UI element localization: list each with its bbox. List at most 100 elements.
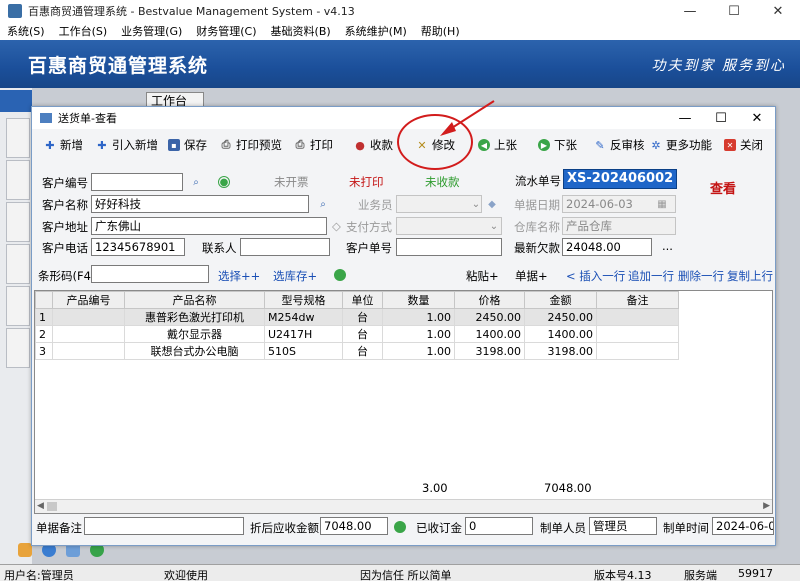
remark-input[interactable] [84,517,244,535]
customer-order-input[interactable] [396,238,502,256]
received-input[interactable]: 0 [465,517,533,535]
menu-finance[interactable]: 财务管理(C) [189,23,263,39]
cell-amount[interactable]: 3198.00 [524,342,597,360]
nav-block[interactable] [6,328,30,368]
column-header[interactable]: 产品名称 [124,291,265,309]
column-header[interactable]: 价格 [454,291,525,309]
nav-block[interactable] [6,118,30,158]
scroll-left-icon[interactable]: ◀ [37,501,44,511]
menu-basic-data[interactable]: 基础资料(B) [264,23,338,39]
customer-code-input[interactable] [91,173,183,191]
minimize-icon[interactable]: — [668,0,712,22]
barcode-input[interactable] [91,265,209,283]
maximize-icon[interactable]: ☐ [712,0,756,22]
select-stock-link[interactable]: 选库存+ [273,268,317,284]
column-header[interactable]: 产品编号 [52,291,125,309]
menu-help[interactable]: 帮助(H) [414,23,467,39]
more-dots-button[interactable]: ... [662,239,673,253]
close-icon[interactable]: ✕ [756,0,800,22]
arrow-right-icon: ▶ [538,139,550,151]
new-button[interactable]: ✚ 新增 [44,137,83,153]
document-link[interactable]: 单据+ [515,268,548,284]
phone-input[interactable]: 12345678901 [91,238,185,256]
column-header[interactable]: 单位 [342,291,383,309]
folder-icon[interactable] [18,543,32,557]
cell-code[interactable] [52,342,125,360]
dialog-minimize-icon[interactable]: — [667,107,703,129]
cell-name[interactable]: 戴尔显示器 [124,325,265,343]
warehouse-select[interactable]: 产品仓库 [562,217,676,235]
cell-note[interactable] [596,325,679,343]
chevron-down-icon[interactable]: ⌄ [470,198,482,210]
cell-qty[interactable]: 1.00 [382,308,455,326]
cell-name[interactable]: 联想台式办公电脑 [124,342,265,360]
save-button[interactable]: ▪ 保存 [168,137,207,153]
refresh-icon[interactable]: ● [218,176,230,188]
payment-select[interactable] [396,217,502,235]
eraser-icon[interactable]: ◆ [486,198,498,210]
print-button[interactable]: ⎙ 打印 [294,137,333,153]
cell-unit[interactable]: 台 [342,342,383,360]
menu-system[interactable]: 系统(S) [0,23,52,39]
customer-name-input[interactable]: 好好科技 [91,195,309,213]
cell-note[interactable] [596,342,679,360]
dialog-close-icon[interactable]: ✕ [739,107,775,129]
cell-price[interactable]: 1400.00 [454,325,525,343]
cell-price[interactable]: 2450.00 [454,308,525,326]
add-row-link[interactable]: 追加一行 [628,268,674,284]
cell-amount[interactable]: 2450.00 [524,308,597,326]
nav-block[interactable] [6,160,30,200]
paste-link[interactable]: 粘贴+ [466,268,499,284]
next-button[interactable]: ▶ 下张 [538,137,577,153]
cell-model[interactable]: 510S [264,342,343,360]
cell-qty[interactable]: 1.00 [382,342,455,360]
nav-block[interactable] [6,244,30,284]
unapprove-button[interactable]: ✎ 反审核 [594,137,644,153]
menu-maintenance[interactable]: 系统维护(M) [338,23,414,39]
search-icon[interactable]: ⌕ [190,176,202,188]
table-row[interactable]: 1 惠普彩色激光打印机 M254dw 台 1.00 2450.00 2450.0… [35,308,679,326]
cell-name[interactable]: 惠普彩色激光打印机 [124,308,265,326]
delete-row-link[interactable]: 删除一行 [678,268,724,284]
column-header[interactable]: 备注 [596,291,679,309]
menu-business[interactable]: 业务管理(G) [114,23,189,39]
prev-button[interactable]: ◀ 上张 [478,137,517,153]
contact-input[interactable] [240,238,330,256]
cell-code[interactable] [52,308,125,326]
chevron-down-icon[interactable]: ⌄ [488,220,500,232]
cell-model[interactable]: U2417H [264,325,343,343]
serial-input[interactable]: XS-202406002 [563,169,677,189]
search-icon[interactable]: ⌕ [317,198,329,210]
cell-unit[interactable]: 台 [342,325,383,343]
select-link[interactable]: 选择++ [218,268,260,284]
scroll-thumb[interactable] [47,502,57,511]
dialog-maximize-icon[interactable]: ☐ [703,107,739,129]
cell-note[interactable] [596,308,679,326]
cell-unit[interactable]: 台 [342,308,383,326]
calendar-icon[interactable]: ▦ [656,198,668,210]
copy-up-link[interactable]: 复制上行 [727,268,773,284]
print-preview-button[interactable]: ⎙ 打印预览 [220,137,282,153]
cell-qty[interactable]: 1.00 [382,325,455,343]
cell-model[interactable]: M254dw [264,308,343,326]
globe-icon[interactable] [334,269,346,281]
collect-button[interactable]: ● 收款 [354,137,393,153]
import-new-button[interactable]: ✚ 引入新增 [96,137,158,153]
close-button[interactable]: ✕ 关闭 [724,137,763,153]
menu-workbench[interactable]: 工作台(S) [52,23,115,39]
insert-row-link[interactable]: < 插入一行 [566,268,625,284]
column-header[interactable]: 型号规格 [264,291,343,309]
scroll-right-icon[interactable]: ▶ [763,501,770,511]
cell-code[interactable] [52,325,125,343]
cell-amount[interactable]: 1400.00 [524,325,597,343]
table-row[interactable]: 2 戴尔显示器 U2417H 台 1.00 1400.00 1400.00 [35,325,679,343]
nav-block[interactable] [6,202,30,242]
horizontal-scrollbar[interactable]: ◀ ▶ [35,499,772,513]
cell-price[interactable]: 3198.00 [454,342,525,360]
column-header[interactable]: 金额 [524,291,597,309]
column-header[interactable]: 数量 [382,291,455,309]
table-row[interactable]: 3 联想台式办公电脑 510S 台 1.00 3198.00 3198.00 [35,342,679,360]
more-functions-button[interactable]: ✲ 更多功能 [650,137,712,153]
address-input[interactable]: 广东佛山 [91,217,327,235]
nav-block[interactable] [6,286,30,326]
